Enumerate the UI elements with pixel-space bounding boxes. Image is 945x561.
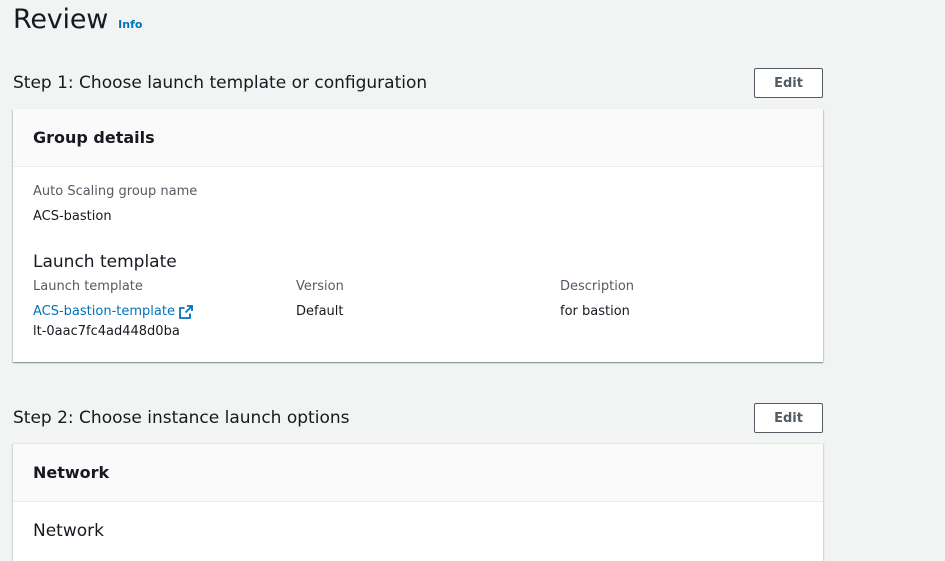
page-header: Review Info — [13, 4, 142, 35]
network-card: Network Network — [13, 444, 823, 561]
group-name-value: ACS-bastion — [33, 209, 112, 224]
version-label: Version — [296, 279, 344, 294]
external-link-icon — [179, 304, 193, 319]
description-value: for bastion — [560, 304, 630, 319]
launch-template-label: Launch template — [33, 279, 143, 294]
network-card-header: Network — [13, 444, 823, 502]
step1-header: Step 1: Choose launch template or config… — [13, 68, 823, 98]
info-link[interactable]: Info — [118, 18, 142, 31]
group-details-card: Group details Auto Scaling group name AC… — [13, 109, 823, 362]
version-value: Default — [296, 304, 344, 319]
launch-template-id: lt-0aac7fc4ad448d0ba — [33, 324, 180, 339]
launch-template-link-wrap: ACS-bastion-template — [33, 304, 193, 319]
review-page: Review Info Step 1: Choose launch templa… — [0, 0, 945, 561]
launch-template-link-text: ACS-bastion-template — [33, 304, 175, 319]
launch-template-link[interactable]: ACS-bastion-template — [33, 304, 193, 319]
step1-title: Step 1: Choose launch template or config… — [13, 73, 428, 93]
step2-header: Step 2: Choose instance launch options E… — [13, 403, 823, 433]
step1-edit-button[interactable]: Edit — [754, 68, 823, 98]
network-heading: Network — [33, 521, 104, 541]
network-card-title: Network — [33, 463, 110, 482]
group-name-label: Auto Scaling group name — [33, 184, 198, 199]
launch-template-heading: Launch template — [33, 252, 177, 272]
group-details-title: Group details — [33, 128, 155, 147]
group-details-header: Group details — [13, 109, 823, 167]
description-label: Description — [560, 279, 635, 294]
page-title: Review — [13, 4, 109, 35]
step2-title: Step 2: Choose instance launch options — [13, 408, 350, 428]
step2-edit-button[interactable]: Edit — [754, 403, 823, 433]
